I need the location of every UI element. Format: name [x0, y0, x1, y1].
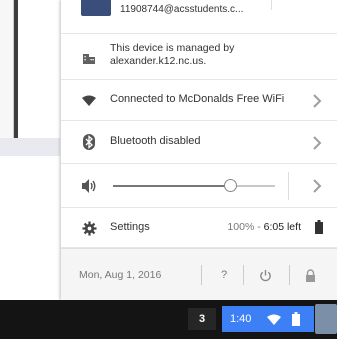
divider — [243, 265, 244, 285]
divider — [201, 265, 202, 285]
chevron-right-icon — [313, 94, 322, 108]
managed-device-row[interactable]: This device is managed by alexander.k12.… — [61, 34, 337, 80]
settings-label: Settings — [110, 221, 150, 233]
clock: 1:40 — [230, 313, 252, 325]
volume-slider-fill — [113, 185, 230, 187]
network-label: Connected to McDonalds Free WiFi — [110, 93, 285, 105]
battery-status: 100% - 6:05 left — [227, 221, 301, 233]
volume-slider[interactable] — [113, 179, 275, 192]
shelf: 3 1:40 — [0, 300, 337, 339]
chevron-right-icon — [313, 136, 322, 150]
battery-icon — [315, 220, 323, 234]
background-window — [0, 0, 14, 138]
battery-percent: 100% — [227, 221, 255, 233]
account-avatar — [81, 0, 111, 16]
volume-icon[interactable] — [81, 178, 97, 194]
help-button[interactable]: ? — [213, 265, 235, 285]
help-label: ? — [220, 269, 228, 281]
managed-text-line2: alexander.k12.nc.us. — [110, 55, 207, 67]
divider — [288, 172, 289, 200]
bluetooth-label: Bluetooth disabled — [110, 135, 201, 147]
status-area-button[interactable]: 1:40 — [222, 306, 314, 332]
battery-separator: - — [254, 221, 264, 233]
account-email: 11908744@acsstudents.c... — [120, 4, 244, 15]
user-avatar[interactable] — [315, 304, 337, 334]
bluetooth-row[interactable]: Bluetooth disabled — [61, 121, 337, 164]
battery-icon — [292, 312, 300, 326]
gear-icon — [81, 220, 97, 236]
system-tray-panel: 11908744@acsstudents.c... This device is… — [61, 0, 337, 301]
tray-footer: Mon, Aug 1, 2016 ? — [61, 248, 337, 301]
volume-slider-thumb[interactable] — [223, 179, 237, 192]
date-label[interactable]: Mon, Aug 1, 2016 — [79, 269, 161, 281]
notification-counter[interactable]: 3 — [188, 308, 216, 330]
notification-count: 3 — [198, 313, 206, 325]
managed-text-line1: This device is managed by — [110, 42, 235, 54]
network-row[interactable]: Connected to McDonalds Free WiFi — [61, 80, 337, 121]
sign-out-button[interactable] — [271, 0, 322, 10]
divider — [289, 265, 290, 285]
managed-device-text: This device is managed by alexander.k12.… — [110, 42, 234, 68]
wifi-icon — [267, 314, 281, 325]
settings-row[interactable]: Settings 100% - 6:05 left — [61, 208, 337, 248]
power-icon — [259, 269, 271, 281]
battery-time: 6:05 left — [263, 221, 301, 233]
chevron-right-icon[interactable] — [311, 179, 323, 193]
volume-row — [61, 164, 337, 208]
background-strip — [0, 138, 60, 156]
power-button[interactable] — [254, 265, 276, 285]
lock-button[interactable] — [299, 265, 321, 285]
wifi-icon — [81, 93, 97, 109]
lock-icon — [305, 268, 315, 282]
account-row[interactable]: 11908744@acsstudents.c... — [61, 0, 337, 34]
building-icon — [81, 50, 97, 66]
bluetooth-icon — [81, 134, 97, 150]
